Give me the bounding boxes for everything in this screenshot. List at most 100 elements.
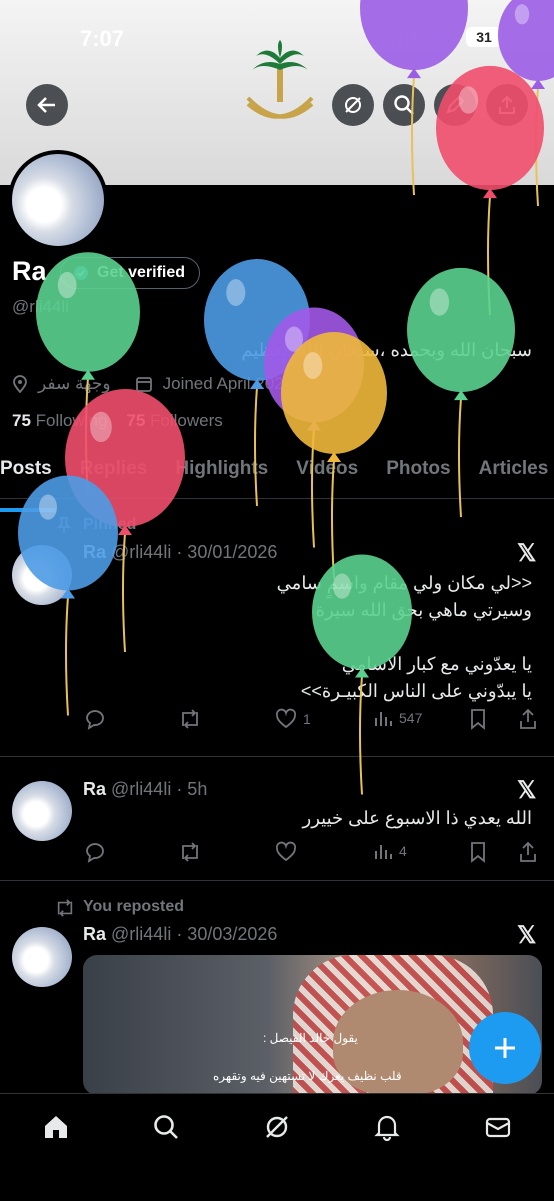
views-icon bbox=[375, 712, 392, 726]
pencil-icon bbox=[446, 95, 465, 114]
like-count: 1 bbox=[303, 711, 311, 727]
nav-grok[interactable] bbox=[257, 1107, 297, 1147]
bookmark-button[interactable] bbox=[469, 841, 487, 863]
post-line: يا يبدّوني على الناس الكبيـرة>> bbox=[300, 681, 532, 701]
reply-button[interactable] bbox=[84, 841, 106, 863]
author-handle-date: @rli44li · 30/03/2026 bbox=[111, 924, 278, 944]
like-button[interactable] bbox=[275, 841, 297, 863]
profile-tabs: Posts Replies Highlights Videos Photos A… bbox=[0, 446, 554, 512]
bottom-nav bbox=[0, 1093, 554, 1201]
follow-stats: 75 Following 75 Followers bbox=[12, 411, 223, 431]
search-icon bbox=[154, 1115, 178, 1139]
wifi-icon bbox=[429, 26, 457, 53]
media-caption: يقول خالد الفيصل : bbox=[263, 1031, 358, 1045]
share-post-button[interactable] bbox=[518, 708, 538, 730]
display-name: Ra bbox=[12, 256, 47, 286]
heart-icon bbox=[275, 841, 297, 862]
tab-photos[interactable]: Photos bbox=[386, 446, 450, 498]
nav-home[interactable] bbox=[36, 1107, 76, 1147]
post-actions: 4 bbox=[84, 841, 544, 867]
nav-search[interactable] bbox=[146, 1107, 186, 1147]
avatar[interactable] bbox=[12, 545, 72, 605]
repost-button[interactable] bbox=[178, 708, 202, 730]
share-button[interactable] bbox=[486, 84, 528, 126]
post-context: Pinned bbox=[83, 516, 137, 533]
views-icon bbox=[375, 845, 392, 859]
reply-button[interactable] bbox=[84, 708, 106, 730]
saudi-emblem-icon bbox=[240, 40, 320, 130]
back-button[interactable] bbox=[26, 84, 68, 126]
reply-icon bbox=[86, 843, 104, 863]
post-text: <<لي مكان ولي مقام واسمٍ سامي وسيرتي ماه… bbox=[277, 570, 532, 705]
battery-icon: 31 bbox=[466, 27, 502, 47]
author-handle-date: @rli44li · 30/01/2026 bbox=[111, 542, 278, 562]
author-name: Ra bbox=[83, 542, 107, 562]
profile-avatar[interactable] bbox=[8, 150, 108, 250]
share-icon bbox=[520, 708, 536, 729]
bookmark-icon bbox=[471, 842, 485, 863]
get-verified-label: Get verified bbox=[97, 264, 186, 281]
repost-indicator-icon bbox=[54, 898, 76, 923]
followers-link[interactable]: 75 Followers bbox=[126, 411, 222, 430]
compose-button[interactable] bbox=[469, 1012, 541, 1084]
verified-badge-icon bbox=[74, 266, 88, 280]
post-media-image[interactable]: يقول خالد الفيصل : قلب نظيف يعزك لا تسته… bbox=[83, 955, 542, 1095]
repost-icon bbox=[182, 842, 198, 862]
post-header: Ra @rli44li · 30/03/2026 bbox=[83, 924, 277, 945]
nav-notifications[interactable] bbox=[367, 1107, 407, 1147]
like-button[interactable]: 1 bbox=[275, 708, 311, 730]
profile-joined: Joined April 2024 bbox=[162, 374, 294, 393]
following-link[interactable]: 75 Following bbox=[12, 411, 107, 430]
share-post-button[interactable] bbox=[518, 841, 538, 863]
view-count: 547 bbox=[399, 710, 423, 726]
profile-meta: وجهة سفر Joined April 2024 bbox=[12, 374, 293, 394]
location-icon bbox=[13, 375, 27, 393]
home-icon bbox=[45, 1116, 67, 1138]
post-line: وسيرتي ماهي بحق الله سيرة bbox=[315, 600, 532, 620]
x-logo-icon: 𝕏 bbox=[517, 777, 537, 804]
grok-icon bbox=[266, 1116, 288, 1138]
post-actions: 1 547 bbox=[84, 708, 544, 734]
tab-articles[interactable]: Articles bbox=[479, 446, 549, 498]
tab-videos[interactable]: Videos bbox=[296, 446, 358, 498]
post-text: الله يعدي ذا الاسبوع على خييرر bbox=[303, 805, 532, 832]
post-context: You reposted bbox=[83, 898, 185, 915]
share-icon bbox=[499, 95, 515, 114]
repost-button[interactable] bbox=[178, 841, 202, 863]
post-line: <<لي مكان ولي مقام واسمٍ سامي bbox=[276, 573, 532, 593]
avatar[interactable] bbox=[12, 781, 72, 841]
tab-highlights[interactable]: Highlights bbox=[175, 446, 268, 498]
profile-handle: @rli44li bbox=[12, 297, 69, 316]
post-header: Ra @rli44li · 5h bbox=[83, 779, 207, 800]
post-header: Ra @rli44li · 30/01/2026 bbox=[83, 542, 277, 563]
search-button[interactable] bbox=[383, 84, 425, 126]
views-button[interactable]: 4 bbox=[373, 841, 407, 861]
status-time: 7:07 bbox=[80, 26, 125, 51]
view-count: 4 bbox=[399, 843, 407, 859]
views-button[interactable]: 547 bbox=[373, 708, 422, 728]
profile-bio: سبحان الله وبحمده ،سبحان الله العظيم bbox=[241, 340, 532, 360]
x-logo-icon: 𝕏 bbox=[517, 540, 537, 567]
grok-button[interactable] bbox=[332, 84, 374, 126]
tab-posts[interactable]: Posts bbox=[0, 446, 56, 512]
edit-button[interactable] bbox=[434, 84, 476, 126]
post-line: يا يعدّوني مع كبار الاسامي bbox=[341, 654, 532, 674]
heart-icon bbox=[275, 708, 297, 729]
reply-icon bbox=[86, 710, 104, 730]
search-icon bbox=[394, 95, 414, 115]
arrow-left-icon bbox=[37, 97, 55, 113]
author-name: Ra bbox=[83, 779, 107, 799]
bookmark-button[interactable] bbox=[469, 708, 487, 730]
author-handle-date: @rli44li · 5h bbox=[111, 779, 208, 799]
calendar-icon bbox=[135, 377, 152, 392]
signal-icon bbox=[390, 28, 418, 53]
tab-replies[interactable]: Replies bbox=[80, 446, 148, 498]
get-verified-button[interactable]: Get verified bbox=[60, 257, 201, 289]
nav-messages[interactable] bbox=[478, 1107, 518, 1147]
pin-icon bbox=[55, 516, 73, 539]
share-icon bbox=[520, 841, 536, 862]
avatar[interactable] bbox=[12, 927, 72, 987]
bell-icon bbox=[374, 1115, 400, 1141]
post-line: الله يعدي ذا الاسبوع على خييرر bbox=[302, 808, 532, 828]
author-name: Ra bbox=[83, 924, 107, 944]
